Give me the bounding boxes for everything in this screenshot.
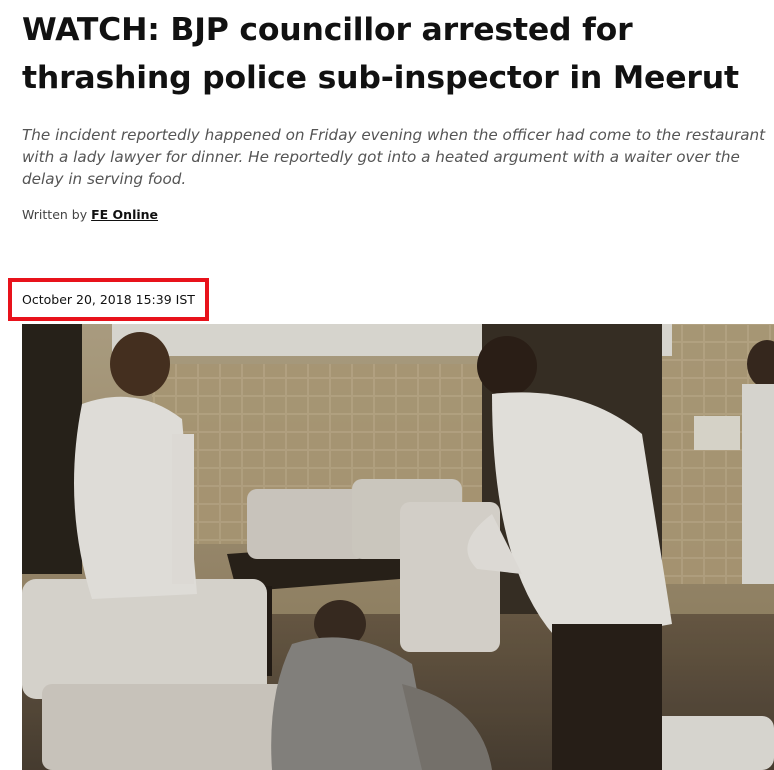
publish-date: October 20, 2018 15:39 IST <box>22 292 195 307</box>
publish-date-highlight: October 20, 2018 15:39 IST <box>8 278 209 321</box>
byline-prefix: Written by <box>22 207 92 222</box>
article-headline: WATCH: BJP councillor arrested for thras… <box>22 12 739 96</box>
byline: Written by FE Online <box>22 207 774 222</box>
article-summary: The incident reportedly happened on Frid… <box>22 126 766 188</box>
video-still-image[interactable] <box>22 324 774 770</box>
author-link[interactable]: FE Online <box>91 207 158 222</box>
article: WATCH: BJP councillor arrested for thras… <box>0 0 774 770</box>
